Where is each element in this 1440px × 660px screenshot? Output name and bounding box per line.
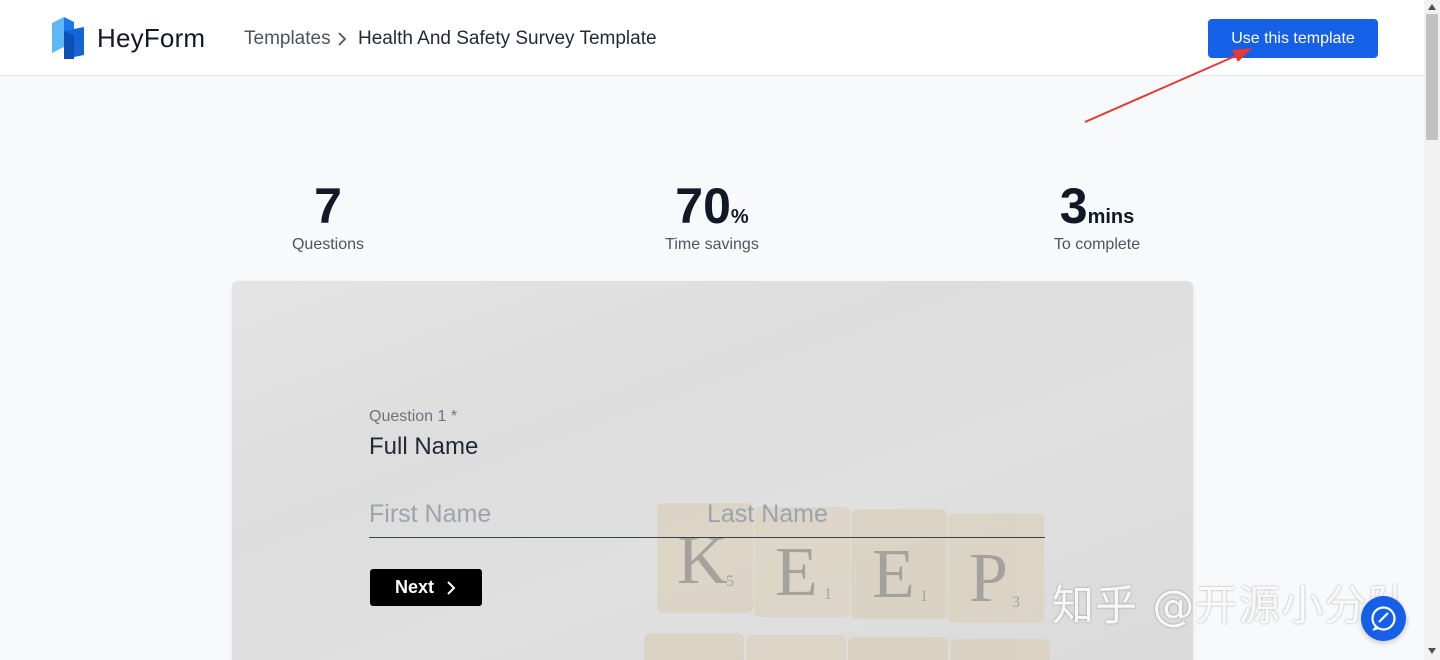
tile-score: 1 bbox=[824, 586, 832, 603]
form-preview-card: K E E P 5 1 1 3 Question 1 * Full Name N… bbox=[232, 281, 1193, 660]
first-name-input[interactable] bbox=[369, 491, 699, 537]
chevron-right-icon bbox=[447, 581, 456, 595]
breadcrumb-current-page: Health And Safety Survey Template bbox=[358, 28, 657, 49]
stat-completion-time: 3mins To complete bbox=[987, 178, 1207, 254]
tile-letter: E bbox=[775, 534, 818, 611]
stat-completion-time-label: To complete bbox=[1053, 236, 1141, 253]
stat-time-savings-label: Time savings bbox=[665, 236, 759, 253]
stat-time-savings-value: 70 bbox=[675, 178, 731, 234]
next-button-label: Next bbox=[395, 577, 435, 597]
watermark-text: 知乎 @开源小分队 bbox=[1052, 581, 1411, 630]
stat-questions-value: 7 bbox=[314, 178, 342, 234]
breadcrumb-templates-link[interactable]: Templates bbox=[244, 28, 331, 50]
help-chat-icon bbox=[1371, 606, 1396, 631]
chevron-right-icon bbox=[338, 32, 347, 46]
help-chat-button[interactable] bbox=[1361, 596, 1406, 641]
brand-name[interactable]: HeyForm bbox=[97, 23, 205, 54]
top-navbar: HeyForm Templates Health And Safety Surv… bbox=[0, 0, 1424, 76]
tile-letter: P bbox=[969, 540, 1008, 617]
name-input-underline bbox=[369, 537, 1045, 538]
heyform-logo-icon[interactable] bbox=[50, 17, 86, 59]
stat-completion-time-value: 3 bbox=[1059, 178, 1088, 234]
tile-letter: E bbox=[872, 536, 915, 613]
stat-time-savings-unit: % bbox=[730, 206, 749, 228]
last-name-input[interactable] bbox=[707, 491, 1037, 537]
question-title: Full Name bbox=[369, 433, 479, 460]
tile-score: 3 bbox=[1012, 594, 1020, 611]
stat-completion-time-unit: mins bbox=[1087, 206, 1135, 228]
scroll-down-arrow-icon[interactable] bbox=[1428, 648, 1436, 654]
stat-questions: 7 Questions bbox=[218, 178, 438, 254]
next-button[interactable]: Next bbox=[370, 569, 482, 606]
stat-questions-label: Questions bbox=[291, 236, 365, 253]
page-scrollbar[interactable] bbox=[1424, 0, 1440, 660]
question-number-label: Question 1 * bbox=[369, 408, 458, 425]
scrollbar-thumb[interactable] bbox=[1426, 14, 1438, 140]
tile-score: 5 bbox=[726, 573, 734, 590]
use-template-button[interactable]: Use this template bbox=[1208, 19, 1378, 58]
stat-time-savings: 70% Time savings bbox=[602, 178, 822, 254]
scroll-up-arrow-icon[interactable] bbox=[1428, 4, 1436, 10]
tile-score: 1 bbox=[920, 588, 928, 605]
